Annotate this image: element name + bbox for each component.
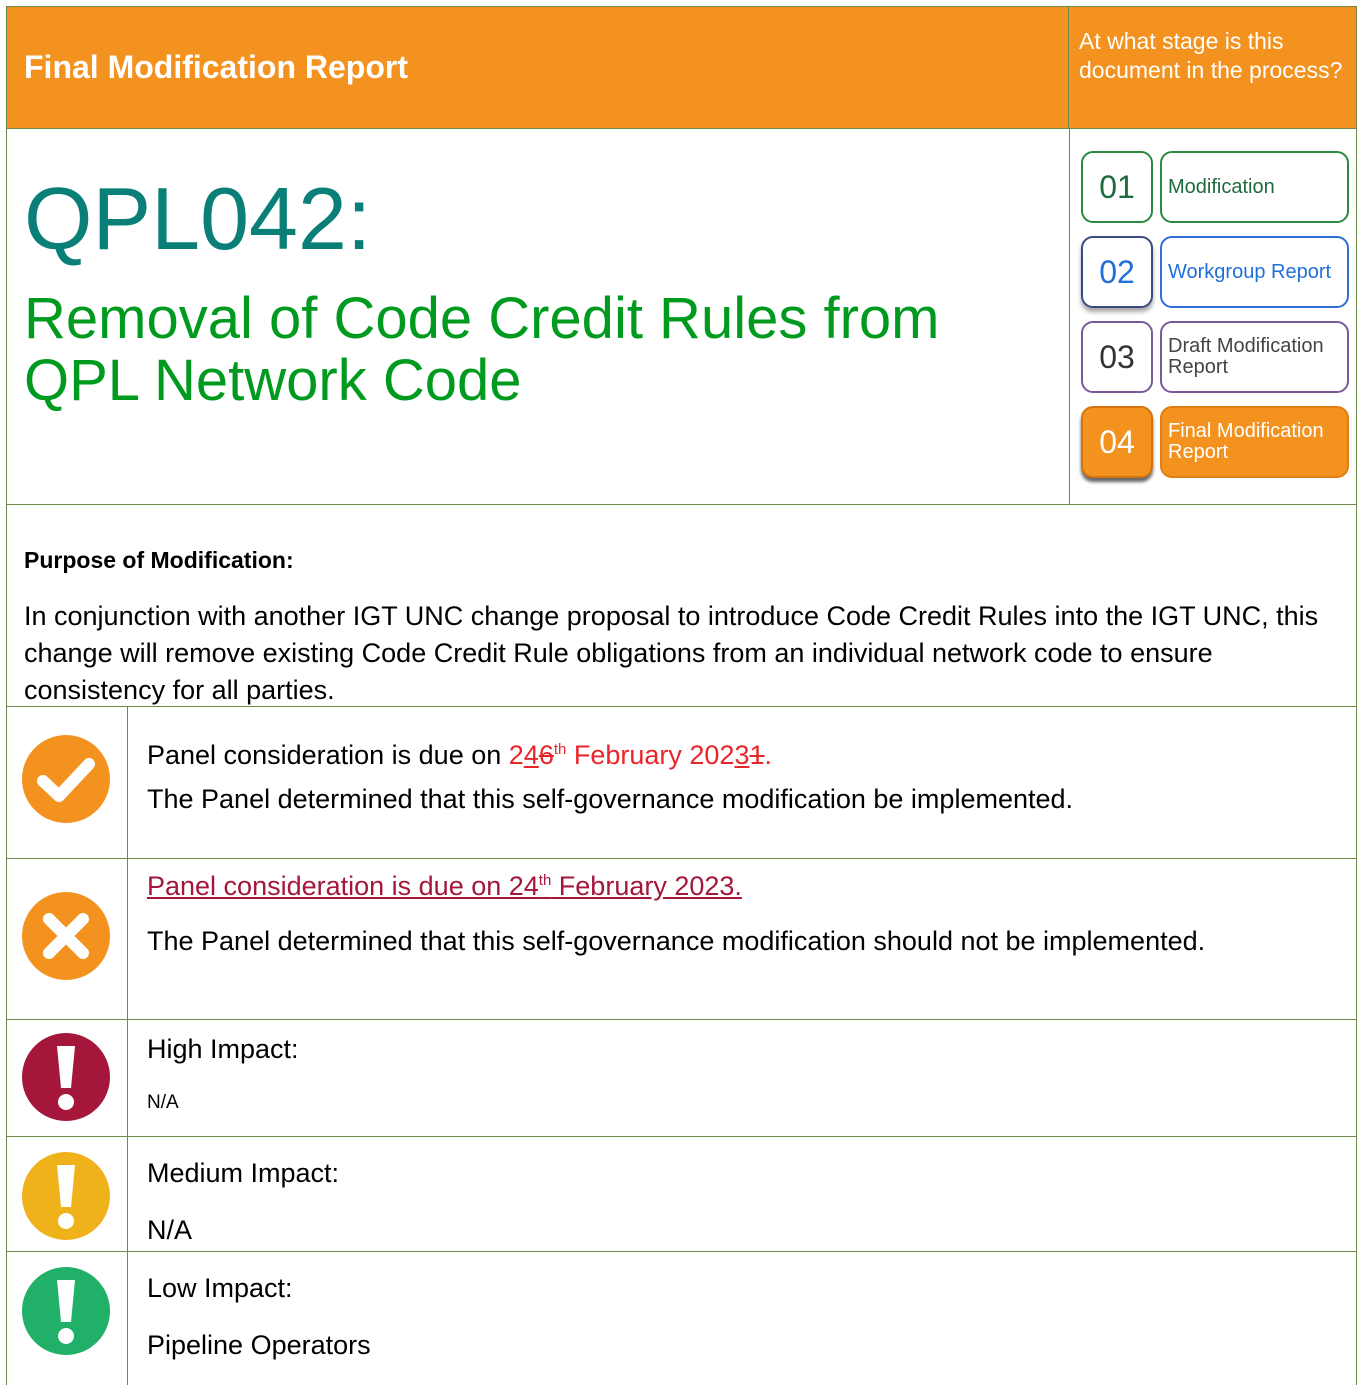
low-impact-value: Pipeline Operators xyxy=(147,1330,371,1360)
stage-tracker: 01 Modification 02 Workgroup Report 03 D… xyxy=(1069,129,1357,505)
stage-label: Final Modification Report xyxy=(1160,406,1349,478)
decision-implement-text: The Panel determined that this self-gove… xyxy=(147,784,1074,814)
decision-date: 246th February 20231. xyxy=(509,740,772,770)
low-impact-label: Low Impact: xyxy=(147,1273,293,1303)
reject-date-suffix: February 2023. xyxy=(551,871,742,901)
high-impact-exclamation-icon xyxy=(22,1033,110,1121)
date-month: February 202 xyxy=(566,740,735,770)
icon-column xyxy=(7,1137,128,1251)
stage-number: 01 xyxy=(1081,151,1153,223)
stage-label: Workgroup Report xyxy=(1160,236,1349,308)
medium-impact-row: Medium Impact: N/A xyxy=(6,1137,1357,1252)
icon-column xyxy=(7,1252,128,1385)
date-digit-deleted: 6 xyxy=(538,740,554,770)
decision-date-prefix: Panel consideration is due on xyxy=(147,740,509,770)
cross-circle-icon xyxy=(22,892,110,980)
modification-title: Removal of Code Credit Rules from QPL Ne… xyxy=(24,286,940,413)
high-impact-label: High Impact: xyxy=(147,1034,299,1064)
stage-number: 04 xyxy=(1081,406,1153,478)
report-type-banner: Final Modification Report xyxy=(6,6,1069,129)
low-impact-row: Low Impact: Pipeline Operators xyxy=(6,1252,1357,1385)
decision-date-line: Panel consideration is due on 246th Febr… xyxy=(147,739,1342,772)
purpose-text: In conjunction with another IGT UNC chan… xyxy=(24,601,1319,705)
purpose-heading: Purpose of Modification: xyxy=(24,547,294,573)
medium-impact-exclamation-icon xyxy=(22,1152,110,1240)
stage-final-modification-report: 04 Final Modification Report xyxy=(1081,406,1351,482)
medium-impact-value: N/A xyxy=(147,1215,193,1245)
stage-question-banner: At what stage is this document in the pr… xyxy=(1069,6,1357,129)
stage-question: At what stage is this document in the pr… xyxy=(1079,28,1343,83)
stage-label: Modification xyxy=(1160,151,1349,223)
icon-column xyxy=(7,1020,128,1136)
year-digit-inserted: 3 xyxy=(734,740,750,770)
year-digit-deleted: 1 xyxy=(749,740,765,770)
decision-reject-date-line: Panel consideration is due on 24th Febru… xyxy=(147,870,1342,903)
stage-number: 02 xyxy=(1081,236,1153,308)
report-type-title: Final Modification Report xyxy=(24,49,408,85)
decision-reject-text: The Panel determined that this self-gove… xyxy=(147,926,1206,956)
icon-column xyxy=(7,859,128,1019)
check-circle-icon xyxy=(22,735,110,823)
decision-implement-row: Panel consideration is due on 246th Febr… xyxy=(6,707,1357,859)
reject-date-prefix: Panel consideration is due on 24 xyxy=(147,871,539,901)
date-ordinal: th xyxy=(553,741,567,758)
stage-label: Draft Modification Report xyxy=(1160,321,1349,393)
stage-workgroup-report: 02 Workgroup Report xyxy=(1081,236,1351,312)
date-digit-inserted: 4 xyxy=(523,740,539,770)
modification-code: QPL042: xyxy=(24,169,372,268)
low-impact-exclamation-icon xyxy=(22,1267,110,1355)
title-cell: QPL042: Removal of Code Credit Rules fro… xyxy=(6,129,1069,505)
stage-draft-modification-report: 03 Draft Modification Report xyxy=(1081,321,1351,397)
decision-reject-row: Panel consideration is due on 24th Febru… xyxy=(6,859,1357,1020)
date-digit: 2 xyxy=(508,740,524,770)
purpose-section: Purpose of Modification: In conjunction … xyxy=(6,505,1357,707)
reject-date-ordinal: th xyxy=(538,872,552,889)
medium-impact-label: Medium Impact: xyxy=(147,1158,340,1188)
icon-column xyxy=(7,707,128,858)
high-impact-value: N/A xyxy=(147,1092,179,1113)
date-period: . xyxy=(764,740,773,770)
stage-modification: 01 Modification xyxy=(1081,151,1351,227)
high-impact-row: High Impact: N/A xyxy=(6,1020,1357,1137)
stage-number: 03 xyxy=(1081,321,1153,393)
